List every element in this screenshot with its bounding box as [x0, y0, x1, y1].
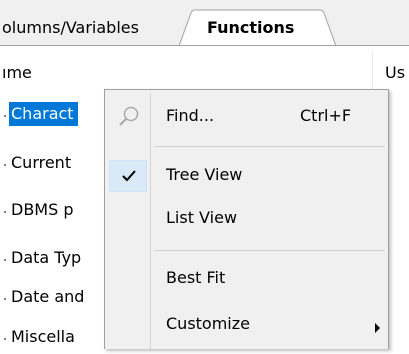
checkmark-icon	[115, 162, 143, 190]
tree-dot-icon	[4, 115, 6, 117]
context-menu: Find... Ctrl+F Tree View List View Best …	[104, 89, 389, 349]
menu-separator	[155, 250, 385, 251]
tree-row-label: Current	[11, 153, 72, 172]
tree-row[interactable]: Charact	[0, 101, 120, 131]
menu-item-customize-label: Customize	[166, 314, 250, 333]
tree-dot-icon	[4, 211, 6, 213]
tab-baseline	[0, 45, 409, 46]
tab-columns-variables-label: olumns/Variables	[2, 18, 139, 37]
menu-item-tree-view-label: Tree View	[166, 165, 243, 184]
tree-row[interactable]: DBMS p	[0, 197, 120, 227]
tree-dot-icon	[4, 298, 6, 300]
menu-item-find-shortcut: Ctrl+F	[300, 106, 352, 125]
tree-dot-icon	[4, 338, 6, 340]
submenu-arrow-icon	[374, 319, 382, 338]
list-header: ıme	[0, 48, 409, 88]
tree-row-label: Miscella	[11, 327, 75, 346]
tree-row[interactable]: Current	[0, 150, 120, 180]
tab-functions[interactable]: Functions	[179, 9, 339, 46]
menu-item-best-fit[interactable]: Best Fit	[107, 262, 386, 296]
tab-columns-variables[interactable]: olumns/Variables	[0, 9, 185, 46]
tree-dot-icon	[4, 164, 6, 166]
magnifier-icon	[115, 103, 143, 131]
column-header-name[interactable]: ıme	[2, 63, 32, 82]
menu-item-best-fit-label: Best Fit	[166, 268, 226, 287]
tree-row-label: Data Typ	[11, 248, 82, 267]
tab-functions-label: Functions	[207, 18, 295, 37]
tree-row[interactable]: Date and	[0, 284, 120, 314]
menu-item-list-view-label: List View	[166, 208, 238, 227]
column-header-usage[interactable]: Us	[385, 63, 405, 82]
tree-dot-icon	[4, 259, 6, 261]
menu-item-list-view[interactable]: List View	[107, 202, 386, 236]
tree-row-label: Date and	[11, 287, 85, 306]
menu-item-find-label: Find...	[166, 106, 215, 125]
tree-row[interactable]: Data Typ	[0, 245, 120, 275]
menu-item-find[interactable]: Find... Ctrl+F	[107, 100, 386, 134]
menu-item-customize[interactable]: Customize	[107, 308, 386, 342]
tree-row-label: DBMS p	[11, 200, 74, 219]
menu-separator	[155, 146, 385, 147]
tree-row[interactable]: Miscella	[0, 324, 120, 354]
tree-row-label: Charact	[9, 102, 78, 126]
menu-item-tree-view[interactable]: Tree View	[107, 159, 386, 193]
